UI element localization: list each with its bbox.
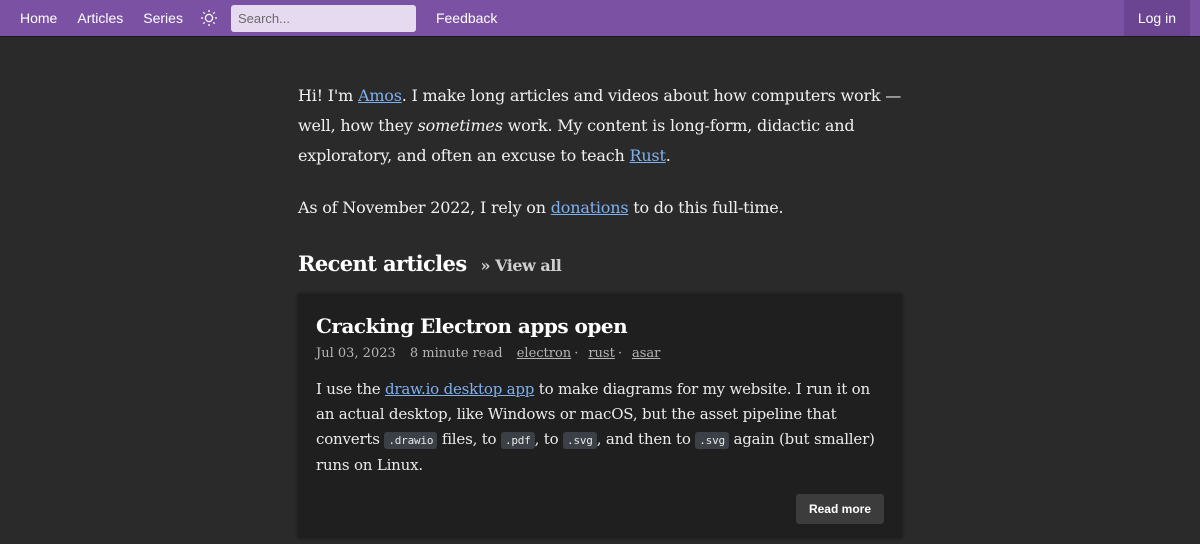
article-date: Jul 03, 2023 (316, 346, 396, 361)
sun-icon[interactable] (197, 6, 221, 30)
view-all-link[interactable]: » View all (481, 256, 562, 275)
article-excerpt: I use the draw.io desktop app to make di… (316, 377, 884, 478)
search-input[interactable] (230, 4, 416, 32)
main-content: Hi! I'm Amos. I make long articles and v… (298, 37, 902, 538)
tag-separator: · (617, 346, 622, 361)
inline-code: .drawio (384, 432, 438, 449)
tag-separator: · (574, 346, 579, 361)
amos-link[interactable]: Amos (358, 86, 402, 105)
rust-link[interactable]: Rust (629, 146, 665, 165)
excerpt-text: , and then to (596, 430, 696, 448)
nav-articles-link[interactable]: Articles (67, 10, 133, 26)
tag-link[interactable]: rust (588, 346, 614, 361)
article-title[interactable]: Cracking Electron apps open (316, 314, 884, 338)
inline-code: .svg (563, 432, 597, 449)
intro-text: Hi! I'm (298, 86, 358, 105)
login-button[interactable]: Log in (1123, 0, 1190, 36)
article-card: Cracking Electron apps open Jul 03, 2023… (298, 294, 902, 538)
tag-link[interactable]: asar (632, 346, 660, 361)
article-read-time: 8 minute read (409, 346, 503, 361)
donations-link[interactable]: donations (551, 198, 629, 217)
intro-text: . (665, 146, 671, 165)
intro-emphasis: sometimes (417, 116, 503, 135)
article-meta: Jul 03, 2023 8 minute read electron · rust… (316, 346, 884, 361)
read-more-button[interactable]: Read more (795, 494, 884, 524)
donations-paragraph: As of November 2022, I rely on donations… (298, 193, 902, 223)
excerpt-text: files, to (437, 430, 501, 448)
intro-text: to do this full-time. (628, 198, 784, 217)
excerpt-text: I use the (316, 380, 386, 398)
top-navbar: Home Articles Series Feedback Log in (0, 0, 1200, 37)
tag-link[interactable]: electron (517, 346, 571, 361)
drawio-link[interactable]: draw.io desktop app (385, 380, 534, 398)
excerpt-text: , to (534, 430, 564, 448)
nav-series-link[interactable]: Series (133, 10, 193, 26)
card-footer: Read more (316, 494, 884, 524)
inline-code: .svg (695, 432, 729, 449)
inline-code: .pdf (500, 432, 535, 449)
recent-articles-heading: Recent articles (298, 251, 467, 276)
nav-home-link[interactable]: Home (10, 10, 67, 26)
intro-text: As of November 2022, I rely on (298, 198, 551, 217)
intro-paragraph: Hi! I'm Amos. I make long articles and v… (298, 81, 902, 171)
nav-feedback-link[interactable]: Feedback (426, 10, 507, 26)
recent-articles-header: Recent articles » View all (298, 251, 902, 276)
